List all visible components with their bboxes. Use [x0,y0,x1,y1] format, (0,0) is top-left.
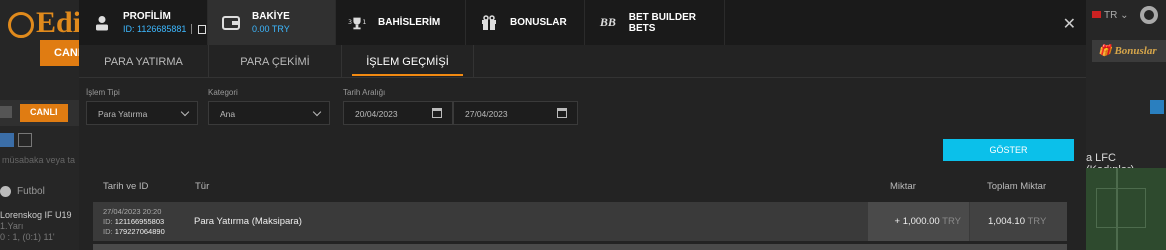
transaction-type-select[interactable]: Para Yatırma [86,101,198,125]
row-id-label: ID: [103,217,113,226]
trophy-icon: 31 [348,14,366,32]
language-selector[interactable]: TR ⌄ [1092,10,1129,21]
layout-icon[interactable] [0,133,14,147]
account-top-nav: PROFİLİM ID: 1126685881 BAKİYE 0.00 TRY … [79,0,1086,45]
gift-icon [480,14,498,32]
col-date: Tarih ve ID [103,181,149,192]
bonuses-label: BONUSLAR [510,17,567,28]
language-label: TR [1104,10,1118,21]
col-total: Toplam Miktar [987,181,1047,192]
svg-text:3: 3 [348,18,352,25]
pitch-graphic [1086,168,1166,250]
row-total-value: 1,004.10 [988,216,1025,227]
flag-icon [1092,11,1101,18]
grid-view-icon[interactable] [0,106,12,118]
date-range-label: Tarih Aralığı [343,88,386,97]
account-modal: PROFİLİM ID: 1126685881 BAKİYE 0.00 TRY … [79,0,1086,250]
live-match-item[interactable]: Lorenskog IF U19 1.Yarı 0 : 1, (0:1) 11' [0,210,80,243]
table-row-partial [93,244,1067,250]
match-score: 0 : 1, (0:1) 11' [0,232,55,242]
row-type: Para Yatırma (Maksipara) [194,216,302,227]
copy-icon[interactable] [198,24,207,34]
gear-icon[interactable] [1140,6,1158,24]
transaction-type-value: Para Yatırma [98,109,148,119]
expand-icon[interactable] [1150,100,1164,114]
tab-transaction-history[interactable]: İŞLEM GEÇMİŞİ [342,45,474,78]
row-total-currency: TRY [1027,216,1047,227]
row-amount: + 1,000.00 TRY [868,202,969,241]
list-icon[interactable] [18,133,32,147]
user-id: ID: 1126685881 [123,23,187,34]
calendar-icon[interactable] [432,108,442,118]
tab-profile[interactable]: PROFİLİM ID: 1126685881 [79,0,208,45]
category-label: Kategori [208,88,238,97]
chevron-down-icon [312,107,322,117]
row-date: 27/04/2023 20:20 [103,207,162,216]
sport-football[interactable]: Futbol [0,186,80,206]
row-id-1: 121166955803 [114,217,165,226]
svg-text:1: 1 [362,18,366,25]
tab-my-bets[interactable]: 31 BAHİSLERİM [336,0,466,45]
row-total: 1,004.10 TRY [970,202,1067,241]
row-id-label: ID: [103,227,113,236]
balance-title: BAKİYE [252,10,290,22]
col-type: Tür [195,181,210,192]
category-select[interactable]: Ana [208,101,330,125]
tab-balance[interactable]: BAKİYE 0.00 TRY [208,0,336,45]
category-value: Ana [220,109,236,119]
date-from-input[interactable]: 20/04/2023 [343,101,453,125]
date-to-input[interactable]: 27/04/2023 [453,101,578,125]
show-button[interactable]: GÖSTER [943,139,1074,161]
chevron-down-icon [180,107,190,117]
tab-deposit[interactable]: PARA YATIRMA [79,45,209,78]
user-icon [93,14,111,32]
match-team: Lorenskog IF U19 [0,210,72,220]
event-search-input[interactable]: müsabaka veya ta [0,155,80,173]
bet-builder-label: BET BUILDER BETS [628,11,696,34]
row-amount-value: + 1,000.00 [894,216,940,227]
col-amount: Miktar [890,181,916,192]
my-bets-label: BAHİSLERİM [378,17,441,28]
date-from-value: 20/04/2023 [355,109,398,119]
football-icon [0,186,11,197]
close-icon[interactable]: ✕ [1063,14,1076,34]
bet-builder-icon: BB [599,15,616,29]
tab-withdraw[interactable]: PARA ÇEKİMİ [209,45,342,78]
profile-title: PROFİLİM [123,10,171,22]
tab-bonuses[interactable]: BONUSLAR [466,0,585,45]
live-tab[interactable]: CANLI [20,104,68,122]
bonuses-button[interactable]: 🎁 Bonuslar [1092,40,1166,62]
date-to-value: 27/04/2023 [465,109,508,119]
table-header: Tarih ve ID Tür Miktar Toplam Miktar [93,176,1067,198]
match-half: 1.Yarı [0,221,24,231]
sport-label: Futbol [17,186,45,198]
table-row[interactable]: 27/04/2023 20:20 ID: 121166955803 ID: 17… [93,202,1067,241]
bonuses-button-label: Bonuslar [1114,45,1157,57]
calendar-icon[interactable] [557,108,567,118]
row-date-cell: 27/04/2023 20:20 ID: 121166955803 ID: 17… [103,207,165,237]
live-nav-button[interactable]: CANL [40,40,85,66]
row-id-2: 179227064890 [114,227,165,236]
transaction-subnav: PARA YATIRMA PARA ÇEKİMİ İŞLEM GEÇMİŞİ [79,45,1086,78]
site-logo: Edi [8,6,81,40]
row-amount-currency: TRY [942,216,961,227]
balance-amount: 0.00 TRY [252,23,290,34]
wallet-icon [222,14,240,32]
transaction-type-label: İşlem Tipi [86,88,120,97]
tab-bet-builder[interactable]: BB BET BUILDER BETS [585,0,725,45]
